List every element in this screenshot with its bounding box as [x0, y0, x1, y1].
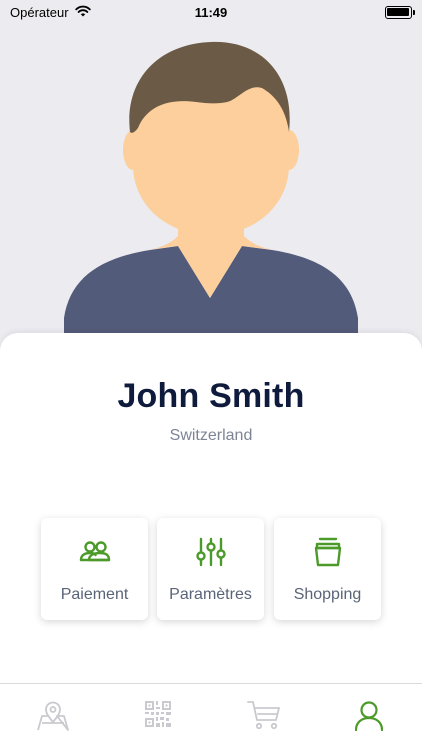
sliders-icon	[195, 536, 226, 568]
profile-icon	[354, 700, 384, 744]
status-time: 11:49	[194, 4, 228, 20]
profile-name: John Smith	[117, 377, 305, 415]
parametres-label: Paramètres	[169, 586, 252, 603]
wifi-icon	[74, 5, 91, 20]
cart-icon	[246, 700, 281, 744]
shopping-button[interactable]: Shopping	[274, 518, 381, 620]
profile-screen: Opérateur 11:49 John Smith Switzerland P…	[0, 0, 422, 750]
basket-icon	[311, 536, 345, 568]
profile-card: John Smith Switzerland Paiement Paramètr…	[0, 333, 422, 683]
tab-cart[interactable]	[211, 684, 316, 744]
status-bar: Opérateur 11:49	[0, 0, 422, 24]
avatar	[64, 41, 358, 345]
shopping-label: Shopping	[293, 586, 362, 603]
battery-icon	[384, 5, 415, 19]
qr-code-icon	[144, 700, 172, 744]
profile-country: Switzerland	[169, 427, 253, 444]
avatar-header	[0, 0, 422, 345]
tab-qr-code[interactable]	[106, 684, 211, 744]
carrier-label: Opérateur	[10, 4, 69, 20]
tab-map[interactable]	[0, 684, 105, 744]
paiement-button[interactable]: Paiement	[41, 518, 148, 620]
paiement-label: Paiement	[60, 586, 129, 603]
parametres-button[interactable]: Paramètres	[157, 518, 264, 620]
tab-profile[interactable]	[317, 684, 422, 744]
people-icon	[78, 536, 112, 568]
tab-bar	[0, 683, 422, 750]
map-icon	[36, 700, 70, 744]
